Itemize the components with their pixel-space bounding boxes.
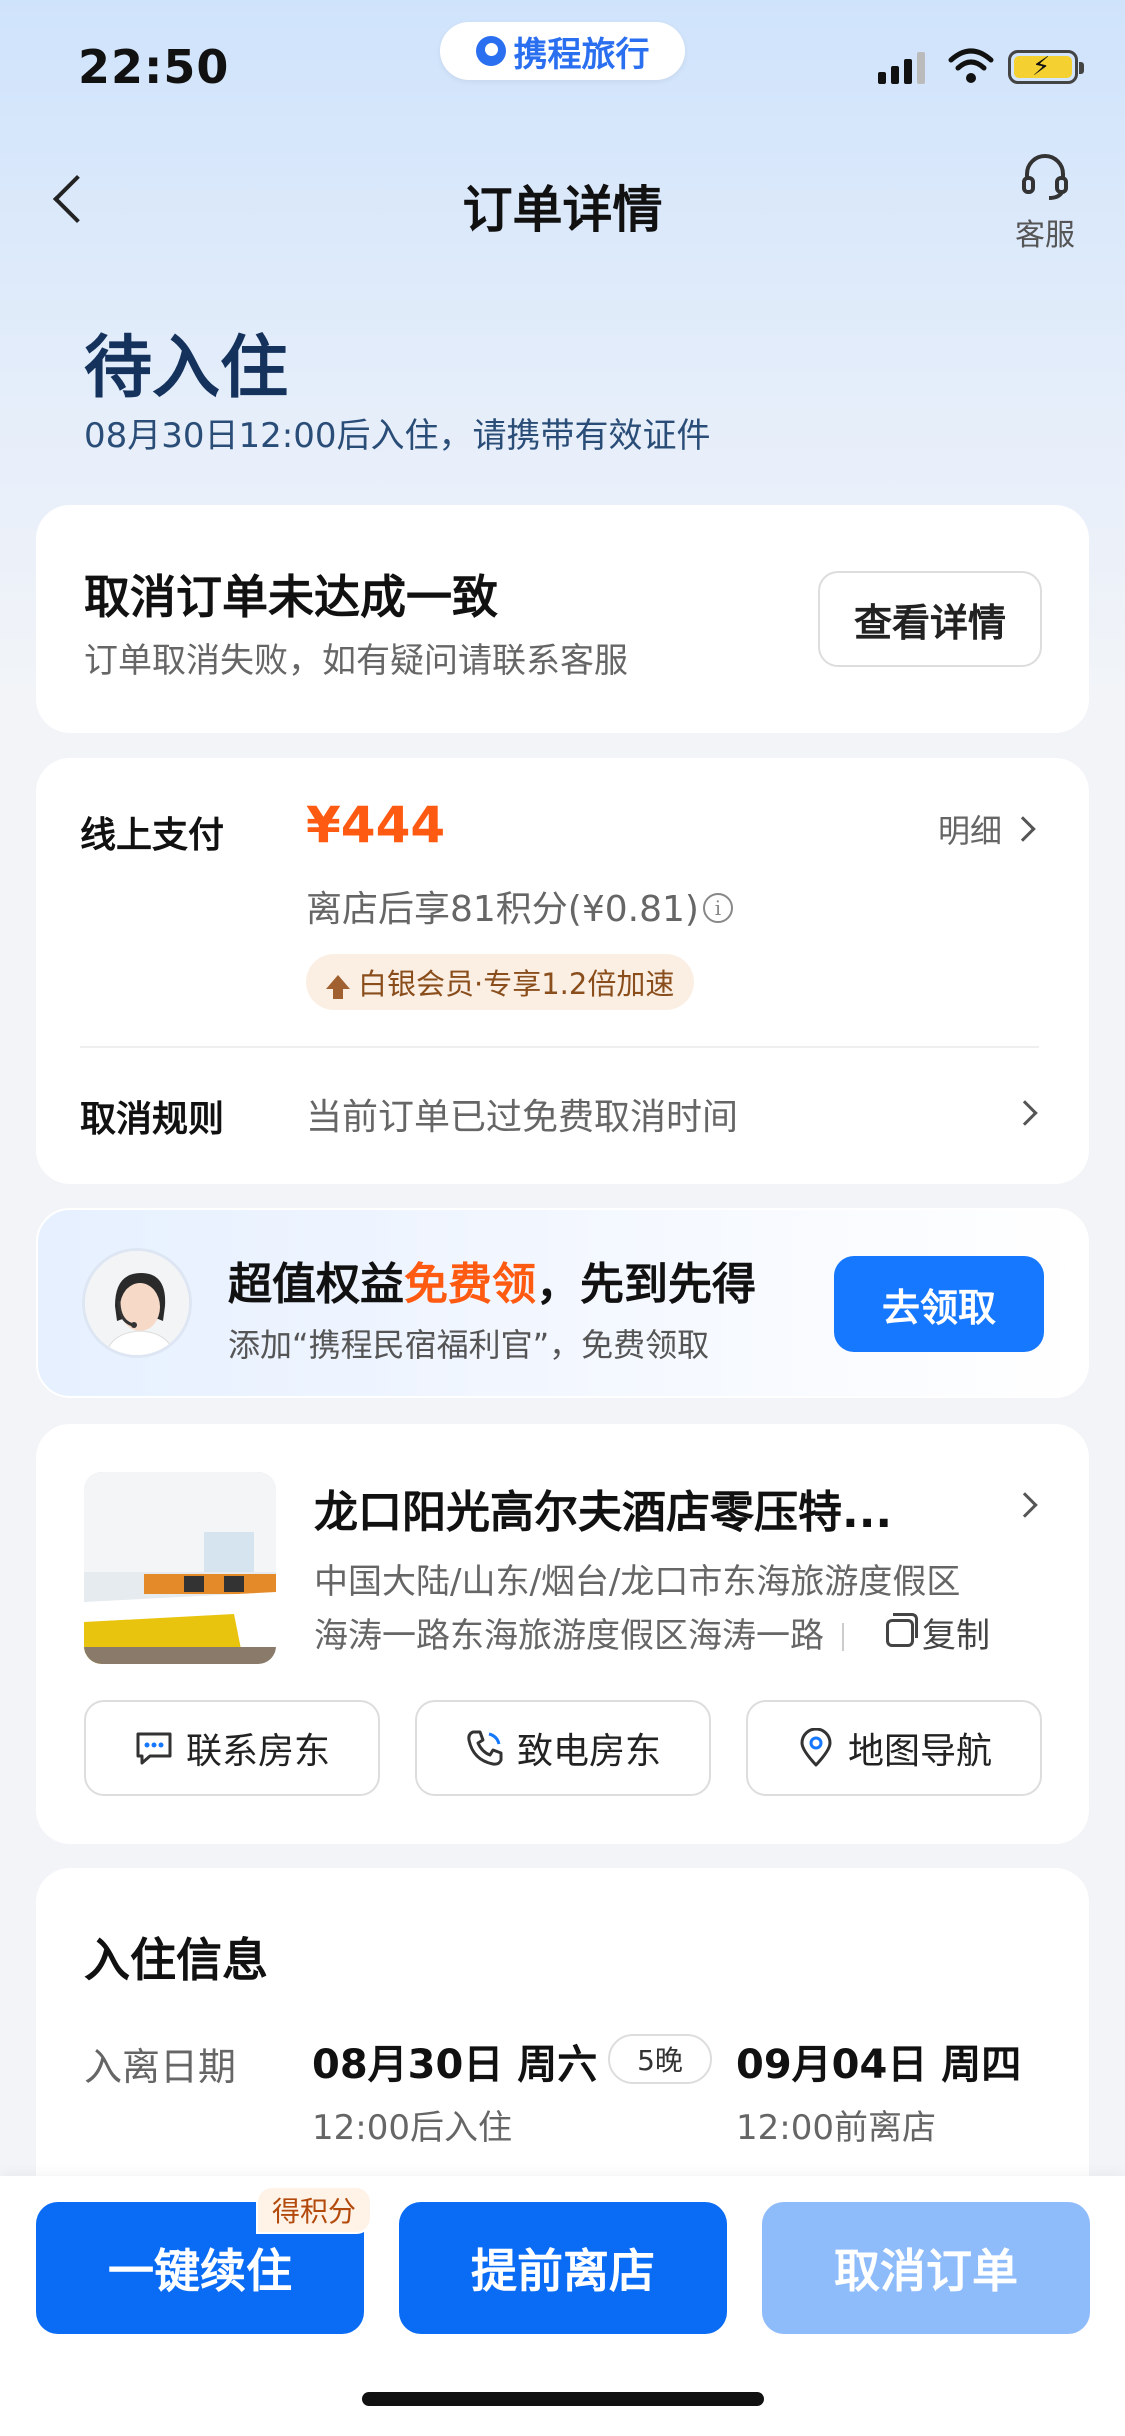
order-status-title: 待入住 <box>84 329 289 408</box>
checkout-date: 09月04日 周四 <box>736 2042 1022 2088</box>
payment-detail-link[interactable]: 明细 <box>938 806 1036 852</box>
home-indicator <box>362 2392 764 2406</box>
promo-title-a: 超值权益 <box>228 1259 404 1310</box>
contact-host-button[interactable]: 联系房东 <box>84 1700 380 1796</box>
copy-icon <box>886 1612 918 1647</box>
headset-icon <box>1022 154 1068 200</box>
hotel-room-image <box>84 1472 276 1664</box>
points-tag: 得积分 <box>256 2186 373 2234</box>
nights-badge: 5晚 <box>608 2034 712 2084</box>
checkin-time: 12:00后入住 <box>312 2108 512 2148</box>
location-pin-icon <box>800 1728 832 1767</box>
hotel-card: 龙口阳光高尔夫酒店零压特... 中国大陆/山东/烟台/龙口市东海旅游度假区 海涛… <box>36 1424 1089 1844</box>
cancel-notice-card: 取消订单未达成一致 订单取消失败，如有疑问请联系客服 查看详情 <box>36 505 1089 733</box>
promo-title-b: ，先到先得 <box>536 1259 756 1310</box>
checkout-time: 12:00前离店 <box>736 2108 936 2148</box>
order-status-subtitle: 08月30日12:00后入住，请携带有效证件 <box>84 416 711 456</box>
stay-dates-label: 入离日期 <box>84 2045 237 2089</box>
cancel-rule-label: 取消规则 <box>80 1099 225 1140</box>
call-host-label: 致电房东 <box>516 1731 661 1772</box>
info-icon[interactable]: i <box>702 893 733 923</box>
wifi-icon <box>948 48 994 83</box>
divider <box>842 1623 844 1651</box>
brand-label: 携程旅行 <box>513 34 650 75</box>
payment-detail-label: 明细 <box>938 812 1003 850</box>
hotel-name[interactable]: 龙口阳光高尔夫酒店零压特... <box>314 1476 954 1540</box>
customer-service-button[interactable]: 客服 <box>1000 150 1090 254</box>
battery-icon: ⚡ <box>1008 50 1084 84</box>
promo-card: 超值权益免费领，先到先得 添加“携程民宿福利官”，免费领取 去领取 <box>36 1208 1089 1398</box>
agent-avatar-icon <box>85 1251 189 1355</box>
cancel-notice-title: 取消订单未达成一致 <box>84 570 498 624</box>
nav-bar: 订单详情 客服 <box>0 150 1125 260</box>
arrow-up-icon <box>326 975 350 999</box>
early-checkout-button[interactable]: 提前离店 <box>399 2202 727 2334</box>
hotel-address-line2: 海涛一路东海旅游度假区海涛一路 <box>314 1608 862 1657</box>
payment-card: 线上支付 ¥444 明细 离店后享81积分(¥0.81) i 白银会员·专享1.2… <box>36 758 1089 1184</box>
member-badge-label: 白银会员·专享1.2倍加速 <box>358 967 675 1001</box>
call-host-button[interactable]: 致电房东 <box>415 1700 711 1796</box>
cancel-rule-value: 当前订单已过免费取消时间 <box>306 1097 739 1138</box>
chevron-right-icon[interactable] <box>1012 1492 1038 1518</box>
member-badge: 白银会员·专享1.2倍加速 <box>306 954 695 1010</box>
claim-button[interactable]: 去领取 <box>834 1256 1044 1352</box>
customer-service-label: 客服 <box>1015 218 1075 253</box>
points-text: 离店后享81积分(¥0.81) <box>306 889 699 930</box>
payment-label: 线上支付 <box>80 815 225 856</box>
checkin-date: 08月30日 周六 <box>312 2042 598 2088</box>
cancel-order-button[interactable]: 取消订单 <box>762 2202 1090 2334</box>
cellular-signal-icon <box>878 50 925 84</box>
status-bar: 22:50 携程旅行 ⚡ <box>0 0 1125 130</box>
hotel-address-line2-text: 海涛一路东海旅游度假区海涛一路 <box>314 1616 824 1656</box>
copy-address-button[interactable]: 复制 <box>886 1608 990 1657</box>
avatar <box>82 1248 192 1358</box>
promo-title-highlight: 免费领 <box>404 1259 536 1310</box>
map-navigation-button[interactable]: 地图导航 <box>746 1700 1042 1796</box>
chevron-right-icon <box>1010 816 1036 842</box>
page-title: 订单详情 <box>462 181 663 239</box>
cancel-notice-subtitle: 订单取消失败，如有疑问请联系客服 <box>84 641 628 681</box>
hotel-address-line1: 中国大陆/山东/烟台/龙口市东海旅游度假区 <box>314 1562 961 1602</box>
map-navigation-label: 地图导航 <box>847 1731 992 1772</box>
promo-title: 超值权益免费领，先到先得 <box>228 1248 756 1312</box>
status-time: 22:50 <box>78 40 230 94</box>
payment-price: ¥444 <box>306 796 446 854</box>
divider <box>80 1046 1039 1048</box>
copy-label: 复制 <box>922 1616 990 1656</box>
promo-subtitle: 添加“携程民宿福利官”，免费领取 <box>228 1326 710 1364</box>
points-info: 离店后享81积分(¥0.81) i <box>306 880 733 932</box>
phone-icon <box>467 1730 503 1766</box>
chevron-right-icon <box>1012 1100 1038 1126</box>
brand-pill[interactable]: 携程旅行 <box>440 22 685 80</box>
ctrip-logo-icon <box>475 36 506 66</box>
view-details-button[interactable]: 查看详情 <box>818 571 1042 667</box>
contact-host-label: 联系房东 <box>185 1731 330 1772</box>
chat-icon <box>136 1732 172 1765</box>
checkin-info-title: 入住信息 <box>84 1933 268 1987</box>
hotel-image[interactable] <box>84 1472 276 1664</box>
